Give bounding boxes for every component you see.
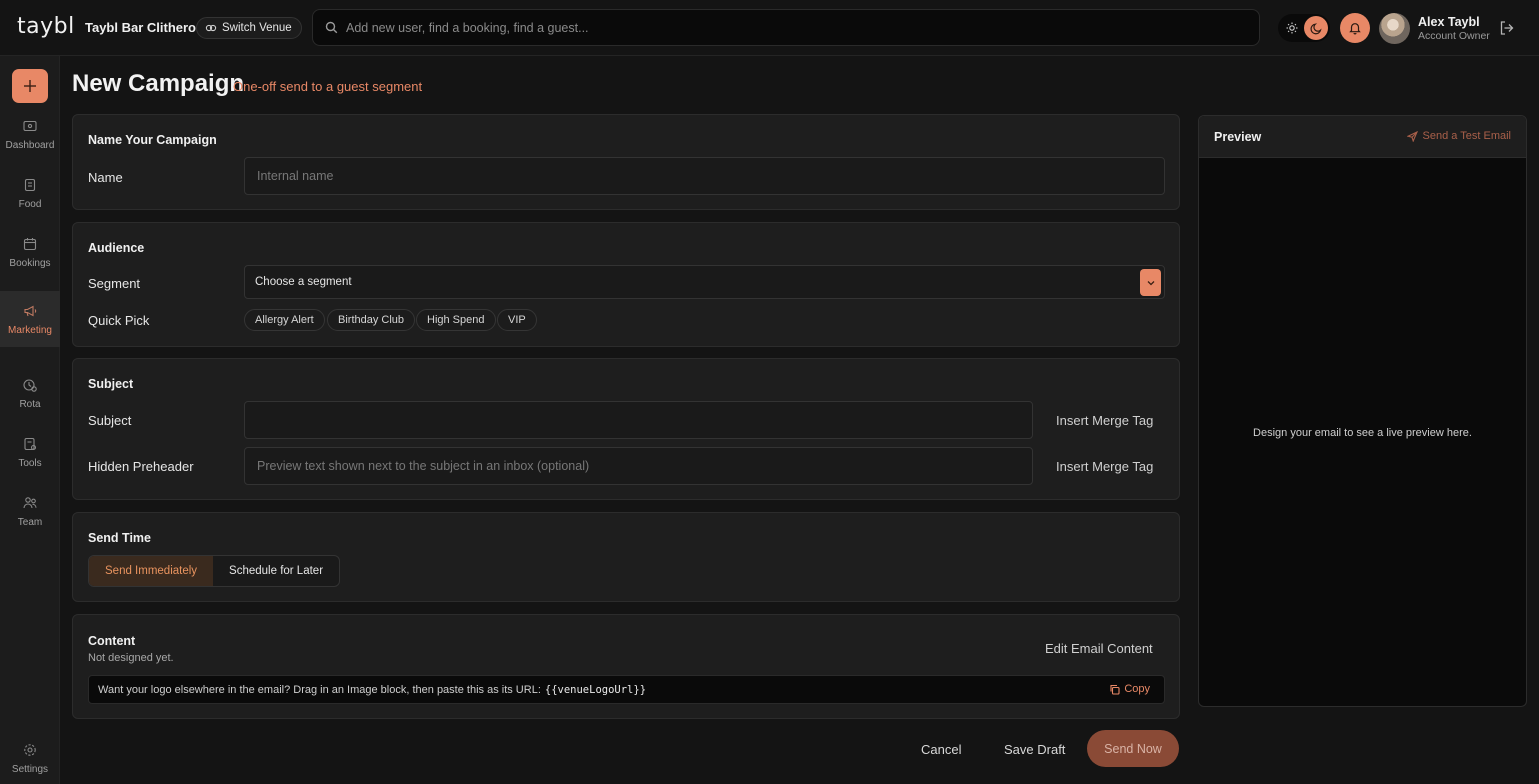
- plus-icon: [24, 80, 36, 92]
- tip-text: Want your logo elsewhere in the email? D…: [98, 683, 541, 696]
- moon-icon[interactable]: [1304, 16, 1328, 40]
- preheader-field[interactable]: [244, 447, 1033, 485]
- venue-name: Taybl Bar Clitheroe: [85, 20, 204, 35]
- segment-value: Choose a segment: [255, 276, 352, 288]
- name-input[interactable]: [257, 169, 1164, 183]
- name-field[interactable]: [244, 157, 1165, 195]
- send-time-toggle: Send Immediately Schedule for Later: [88, 555, 341, 587]
- theme-toggle[interactable]: [1278, 14, 1330, 42]
- sidebar-item-dashboard[interactable]: Dashboard: [0, 106, 60, 162]
- logout-icon[interactable]: [1498, 19, 1516, 37]
- notifications-button[interactable]: [1340, 13, 1370, 43]
- search-input[interactable]: [346, 20, 1259, 35]
- cancel-button[interactable]: Cancel: [921, 742, 961, 757]
- sidebar-item-team[interactable]: Team: [0, 483, 60, 539]
- send-immediately-option[interactable]: Send Immediately: [89, 556, 214, 586]
- sidebar-item-label: Settings: [11, 763, 49, 775]
- card-title: Subject: [88, 377, 134, 391]
- taybl-logo[interactable]: taybl: [17, 14, 75, 39]
- edit-email-content-button[interactable]: Edit Email Content: [1045, 641, 1153, 656]
- switch-venue-button[interactable]: Switch Venue: [196, 17, 302, 39]
- page-subtitle: One-off send to a guest segment: [233, 79, 423, 94]
- switch-venue-label: Switch Venue: [222, 22, 292, 34]
- sidebar-item-marketing[interactable]: Marketing: [0, 291, 60, 347]
- quick-pick-chip[interactable]: Allergy Alert: [244, 309, 325, 331]
- subject-input[interactable]: [257, 413, 1032, 427]
- send-time-card: Send Time Send Immediately Schedule for …: [72, 512, 1180, 602]
- schedule-later-option[interactable]: Schedule for Later: [213, 556, 339, 586]
- segment-select[interactable]: Choose a segment: [244, 265, 1165, 299]
- quick-pick-label: Quick Pick: [88, 313, 150, 328]
- audience-card: Audience Segment Choose a segment Quick …: [72, 222, 1180, 347]
- avatar[interactable]: [1379, 13, 1410, 44]
- send-test-email-button[interactable]: Send a Test Email: [1406, 130, 1511, 142]
- search-icon: [325, 21, 338, 34]
- quick-pick-chip[interactable]: VIP: [497, 309, 537, 331]
- insert-merge-tag-button[interactable]: Insert Merge Tag: [1056, 459, 1153, 474]
- user-role: Account Owner: [1418, 30, 1490, 42]
- switch-icon: [205, 24, 217, 32]
- content-status: Not designed yet.: [88, 652, 174, 664]
- dashboard-icon: [23, 120, 37, 131]
- send-test-label: Send a Test Email: [1422, 130, 1511, 142]
- sidebar-item-label: Tools: [18, 457, 42, 469]
- card-title: Content: [88, 634, 136, 648]
- insert-merge-tag-button[interactable]: Insert Merge Tag: [1056, 413, 1153, 428]
- sidebar: Dashboard Food Bookings Marketing Rota T…: [0, 56, 60, 784]
- preview-panel: Preview Send a Test Email Design your em…: [1198, 115, 1527, 707]
- sidebar-item-label: Bookings: [9, 257, 51, 269]
- copy-label: Copy: [1124, 683, 1150, 695]
- quick-pick-chip[interactable]: Birthday Club: [327, 309, 416, 331]
- subject-card: Subject Subject Insert Merge Tag Hidden …: [72, 358, 1180, 500]
- quick-pick-chip[interactable]: High Spend: [416, 309, 496, 331]
- preview-title: Preview: [1214, 130, 1262, 144]
- chevron-down-icon[interactable]: [1140, 269, 1161, 296]
- sidebar-item-label: Team: [17, 516, 43, 528]
- sidebar-item-food[interactable]: Food: [0, 165, 60, 221]
- sidebar-item-label: Food: [18, 198, 42, 210]
- bell-icon: [1349, 23, 1361, 35]
- subject-field[interactable]: [244, 401, 1033, 439]
- paper-plane-icon: [1406, 130, 1418, 142]
- send-now-button[interactable]: Send Now: [1087, 730, 1179, 767]
- card-title: Name Your Campaign: [88, 133, 217, 147]
- sidebar-item-settings[interactable]: Settings: [0, 730, 60, 784]
- sidebar-item-label: Dashboard: [5, 139, 55, 151]
- copy-button[interactable]: Copy: [1109, 683, 1150, 695]
- top-bar: taybl Taybl Bar Clitheroe Switch Venue A…: [0, 0, 1539, 56]
- preview-header: Preview Send a Test Email: [1199, 116, 1526, 158]
- user-name: Alex Taybl: [1418, 15, 1480, 29]
- name-campaign-card: Name Your Campaign Name: [72, 114, 1180, 210]
- logo-tip-bar: Want your logo elsewhere in the email? D…: [88, 675, 1165, 704]
- sidebar-item-label: Rota: [19, 398, 41, 410]
- gear-icon: [24, 743, 36, 756]
- add-button[interactable]: [12, 69, 48, 103]
- page-title: New Campaign: [72, 70, 245, 97]
- card-title: Send Time: [88, 531, 151, 545]
- rota-icon: [23, 378, 37, 392]
- team-icon: [23, 496, 37, 508]
- name-label: Name: [88, 170, 123, 185]
- merge-tag-code: {{venueLogoUrl}}: [544, 683, 647, 696]
- copy-icon: [1110, 684, 1120, 695]
- sidebar-item-rota[interactable]: Rota: [0, 365, 60, 421]
- subject-label: Subject: [88, 413, 132, 428]
- content-card: Content Not designed yet. Edit Email Con…: [72, 614, 1180, 719]
- preheader-input[interactable]: [257, 459, 1032, 473]
- preheader-label: Hidden Preheader: [88, 459, 194, 474]
- sun-icon[interactable]: [1280, 16, 1304, 40]
- global-search[interactable]: [312, 9, 1260, 46]
- sidebar-item-bookings[interactable]: Bookings: [0, 224, 60, 280]
- card-title: Audience: [88, 241, 145, 255]
- segment-label: Segment: [88, 276, 141, 291]
- preview-empty-text: Design your email to see a live preview …: [1253, 427, 1472, 439]
- save-draft-button[interactable]: Save Draft: [1004, 742, 1065, 757]
- sidebar-item-label: Marketing: [8, 324, 52, 336]
- tools-icon: [24, 437, 37, 450]
- sidebar-item-tools[interactable]: Tools: [0, 424, 60, 480]
- calendar-icon: [23, 237, 37, 250]
- megaphone-icon: [24, 305, 37, 316]
- food-icon: [24, 178, 36, 191]
